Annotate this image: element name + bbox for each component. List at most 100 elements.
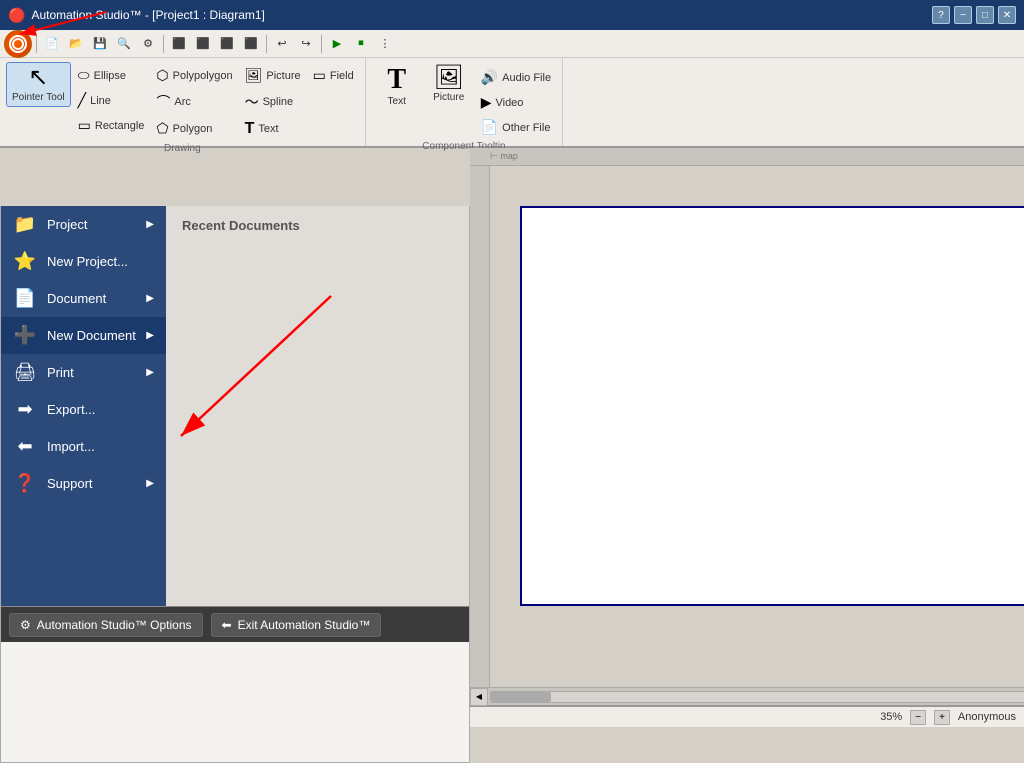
polypolygon-tool-button[interactable]: ⬡ Polypolygon [151, 64, 237, 87]
toolbar-btn-new[interactable]: 📄 [41, 33, 63, 55]
toolbar-btn-open[interactable]: 📂 [65, 33, 87, 55]
line-tool-button[interactable]: ╱ Line [73, 89, 150, 112]
separator2 [163, 35, 164, 53]
status-user: Anonymous [958, 711, 1016, 723]
arc-tool-button[interactable]: ⌒ Arc [151, 89, 237, 115]
print-arrow: ▶ [146, 367, 154, 378]
menu-container: 📁 Project ▶ ⭐ New Project... 📄 Document … [1, 206, 469, 606]
picture-icon: 🖼 [245, 67, 263, 84]
ribbon-col-2: ⬭ Ellipse ╱ Line ▭ Rectangle [73, 62, 150, 137]
toolbar-btn-stop[interactable]: ⏹ [350, 33, 372, 55]
toolbar-btn-prev1[interactable]: ⬛ [168, 33, 190, 55]
menu-item-project[interactable]: 📁 Project ▶ [1, 206, 166, 243]
ellipse-tool-button[interactable]: ⬭ Ellipse [73, 64, 150, 87]
polygon-tool-button[interactable]: ⬠ Polygon [151, 117, 237, 140]
canvas-area-wrapper: ⊢ map ▲ ▼ ◀ ▶ [470, 148, 1024, 705]
exit-icon: ⬅ [222, 618, 232, 632]
ruler-label: ⊢ map [490, 151, 518, 162]
polygon-icon: ⬠ [156, 120, 168, 137]
exit-button[interactable]: ⬅ Exit Automation Studio™ [211, 613, 382, 637]
text-tool-button[interactable]: T Text [240, 117, 306, 141]
toolbar-btn-extra[interactable]: ⋮ [374, 33, 396, 55]
maximize-btn[interactable]: □ [976, 6, 994, 24]
help-btn[interactable]: ? [932, 6, 950, 24]
options-button[interactable]: ⚙ Automation Studio™ Options [9, 613, 203, 637]
toolbar-btn-prev4[interactable]: ⬛ [240, 33, 262, 55]
toolbar-row1: 📄 📂 💾 🔍 ⚙ ⬛ ⬛ ⬛ ⬛ ↩ ↪ ▶ ⏹ ⋮ [0, 30, 1024, 58]
toolbar-btn-run[interactable]: ▶ [326, 33, 348, 55]
top-ruler: ⊢ map [470, 148, 1024, 166]
ribbon-col-4: 🖼 Picture 〜 Spline T Text [240, 62, 306, 141]
project-icon: 📁 [13, 214, 37, 235]
toolbar-btn-redo[interactable]: ↪ [295, 33, 317, 55]
text-tooltip-icon: T [387, 66, 406, 94]
rectangle-tool-button[interactable]: ▭ Rectangle [73, 114, 150, 137]
menu-item-print[interactable]: 🖨 Print ▶ [1, 354, 166, 391]
scroll-left-btn[interactable]: ◀ [470, 688, 488, 706]
toolbar-btn-save[interactable]: 💾 [89, 33, 111, 55]
ribbon-tooltip-content: T Text 🖼 Picture 🔊 Audio File ▶ Video [372, 62, 556, 139]
toolbar-btn-undo[interactable]: ↩ [271, 33, 293, 55]
menu-item-document[interactable]: 📄 Document ▶ [1, 280, 166, 317]
spline-icon: 〜 [245, 92, 259, 112]
title-bar: 🔴 Automation Studio™ - [Project1 : Diagr… [0, 0, 1024, 30]
left-ruler [470, 166, 490, 687]
ribbon: ↖ Pointer Tool ⬭ Ellipse ╱ Line ▭ Rectan… [0, 58, 1024, 148]
minimize-btn[interactable]: − [954, 6, 972, 24]
menu-sidebar: 📁 Project ▶ ⭐ New Project... 📄 Document … [1, 206, 166, 606]
close-btn[interactable]: ✕ [998, 6, 1016, 24]
polypolygon-icon: ⬡ [156, 67, 168, 84]
recent-docs-area: Recent Documents [166, 206, 469, 606]
other-file-icon: 📄 [481, 119, 498, 136]
app-logo-button[interactable] [4, 30, 32, 58]
other-file-button[interactable]: 📄 Other File [476, 116, 556, 139]
export-icon: ➡ [13, 399, 37, 420]
title-bar-controls: ? − □ ✕ [932, 6, 1016, 24]
line-icon: ╱ [78, 92, 86, 109]
pointer-tool-button[interactable]: ↖ Pointer Tool [6, 62, 71, 107]
spline-tool-button[interactable]: 〜 Spline [240, 89, 306, 115]
support-arrow: ▶ [146, 478, 154, 489]
toolbar-btn-prev2[interactable]: ⬛ [192, 33, 214, 55]
menu-item-new-project[interactable]: ⭐ New Project... [1, 243, 166, 280]
video-button[interactable]: ▶ Video [476, 91, 556, 114]
h-scroll-track[interactable] [490, 691, 1024, 703]
h-scroll-thumb[interactable] [491, 692, 551, 702]
arc-icon: ⌒ [156, 92, 170, 112]
ribbon-group-drawing: ↖ Pointer Tool ⬭ Ellipse ╱ Line ▭ Rectan… [0, 58, 366, 146]
picture-tool-button[interactable]: 🖼 Picture [240, 64, 306, 87]
ellipse-icon: ⬭ [78, 67, 90, 84]
main-content-row: 📁 Project ▶ ⭐ New Project... 📄 Document … [0, 148, 1024, 705]
ribbon-col-1: ↖ Pointer Tool [6, 62, 71, 107]
tooltip-col-1: T Text [372, 62, 422, 111]
ribbon-drawing-content: ↖ Pointer Tool ⬭ Ellipse ╱ Line ▭ Rectan… [6, 62, 359, 141]
separator3 [266, 35, 267, 53]
picture-tooltip-icon: 🖼 [433, 66, 463, 90]
tooltip-col-3: 🔊 Audio File ▶ Video 📄 Other File [476, 62, 556, 139]
zoom-in-btn[interactable]: + [934, 710, 950, 725]
menu-item-import[interactable]: ⬅ Import... [1, 428, 166, 465]
toolbar-btn-prev3[interactable]: ⬛ [216, 33, 238, 55]
diagram-canvas-area[interactable] [490, 166, 1024, 687]
text-icon: T [245, 120, 255, 138]
picture-tooltip-button[interactable]: 🖼 Picture [424, 62, 474, 107]
audio-button[interactable]: 🔊 Audio File [476, 66, 556, 89]
field-tool-button[interactable]: ▭ Field [308, 64, 359, 87]
text-tooltip-button[interactable]: T Text [372, 62, 422, 111]
toolbar-btn-settings[interactable]: ⚙ [137, 33, 159, 55]
menu-item-export[interactable]: ➡ Export... [1, 391, 166, 428]
document-arrow: ▶ [146, 293, 154, 304]
menu-item-new-document[interactable]: ➕ New Document ▶ [1, 317, 166, 354]
toolbar-btn-search[interactable]: 🔍 [113, 33, 135, 55]
horizontal-scrollbar[interactable]: ◀ ▶ [470, 687, 1024, 705]
ribbon-col-5: ▭ Field [308, 62, 359, 87]
new-project-icon: ⭐ [13, 251, 37, 272]
options-icon: ⚙ [20, 618, 31, 632]
menu-item-support[interactable]: ❓ Support ▶ [1, 465, 166, 502]
ribbon-col-3: ⬡ Polypolygon ⌒ Arc ⬠ Polygon [151, 62, 237, 140]
diagram-paper[interactable] [520, 206, 1024, 606]
zoom-out-btn[interactable]: − [910, 710, 926, 725]
audio-icon: 🔊 [481, 69, 498, 86]
document-icon: 📄 [13, 288, 37, 309]
separator [36, 35, 37, 53]
